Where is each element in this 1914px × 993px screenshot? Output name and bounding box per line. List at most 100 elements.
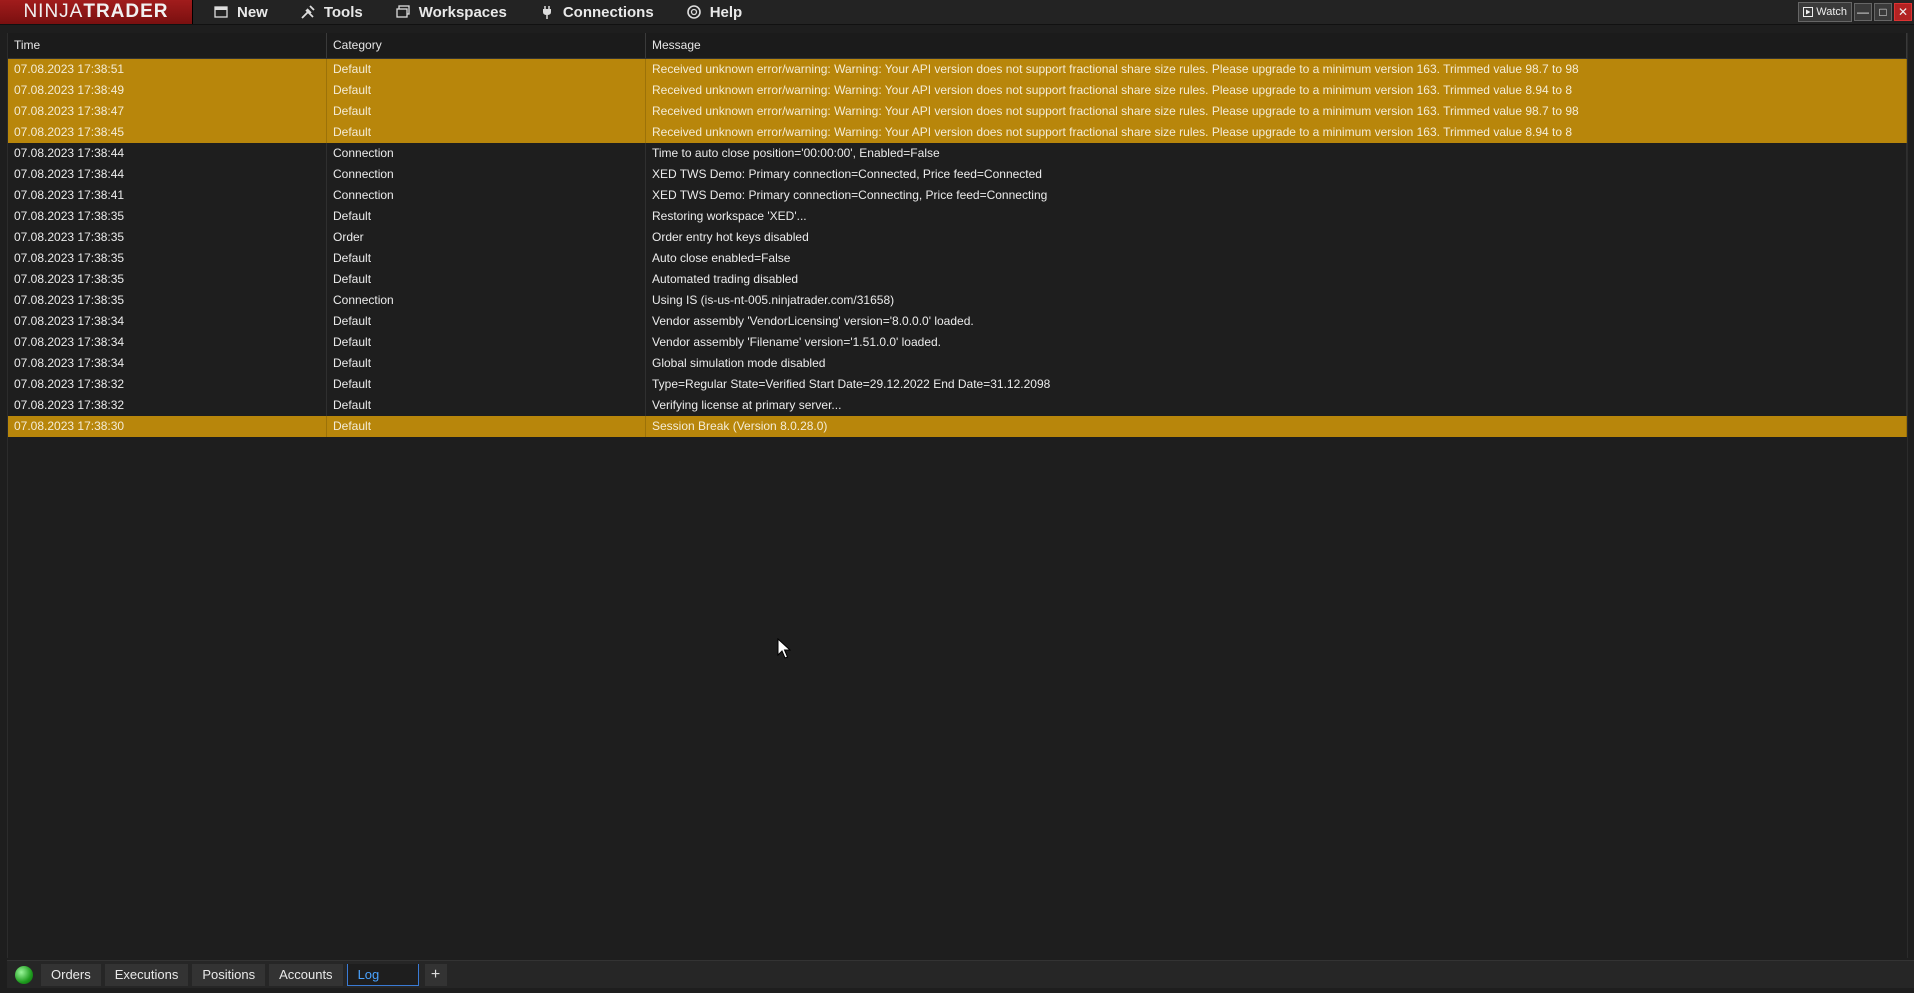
log-cell-category: Connection xyxy=(327,290,646,311)
log-row[interactable]: 07.08.2023 17:38:30 Default Session Break … xyxy=(8,416,1907,437)
menu-tools[interactable]: Tools xyxy=(280,0,375,24)
log-cell-time: 07.08.2023 17:38:30 xyxy=(8,416,327,437)
watch-label: Watch xyxy=(1816,6,1847,18)
log-cell-message: Vendor assembly 'VendorLicensing' versio… xyxy=(646,311,1907,332)
log-row[interactable]: 07.08.2023 17:38:35 Connection Using IS (i… xyxy=(8,290,1907,311)
log-cell-time: 07.08.2023 17:38:47 xyxy=(8,101,327,122)
log-row[interactable]: 07.08.2023 17:38:34 Default Vendor assembl… xyxy=(8,311,1907,332)
minimize-icon: — xyxy=(1857,5,1869,19)
new-window-icon xyxy=(214,6,228,18)
log-cell-time: 07.08.2023 17:38:35 xyxy=(8,290,327,311)
log-row[interactable]: 07.08.2023 17:38:41 Connection XED TWS Dem… xyxy=(8,185,1907,206)
plus-icon: + xyxy=(430,965,441,983)
log-cell-time: 07.08.2023 17:38:35 xyxy=(8,227,327,248)
log-row[interactable]: 07.08.2023 17:38:51 Default Received unkno… xyxy=(8,59,1907,80)
menu-workspaces[interactable]: Workspaces xyxy=(375,0,519,24)
log-cell-category: Default xyxy=(327,80,646,101)
maximize-icon: □ xyxy=(1879,5,1887,19)
log-cell-time: 07.08.2023 17:38:51 xyxy=(8,59,327,80)
log-cell-message: XED TWS Demo: Primary connection=Connect… xyxy=(646,185,1907,206)
tab-orders[interactable]: Orders xyxy=(41,963,101,986)
connections-plug-icon xyxy=(542,6,551,19)
maximize-button[interactable]: □ xyxy=(1874,3,1892,21)
column-header-category[interactable]: Category xyxy=(327,33,646,58)
minimize-button[interactable]: — xyxy=(1854,3,1872,21)
log-grid-header: Time Category Message xyxy=(8,33,1907,59)
watch-button[interactable]: Watch xyxy=(1798,2,1852,22)
log-cell-category: Default xyxy=(327,395,646,416)
log-cell-message: Restoring workspace 'XED'... xyxy=(646,206,1907,227)
column-header-message[interactable]: Message xyxy=(646,33,1907,58)
tools-icon xyxy=(301,5,315,19)
log-row[interactable]: 07.08.2023 17:38:44 Connection Time to aut… xyxy=(8,143,1907,164)
log-row[interactable]: 07.08.2023 17:38:32 Default Type=Regular S… xyxy=(8,374,1907,395)
log-cell-time: 07.08.2023 17:38:44 xyxy=(8,143,327,164)
log-row[interactable]: 07.08.2023 17:38:35 Default Automated trad… xyxy=(8,269,1907,290)
log-cell-category: Connection xyxy=(327,143,646,164)
close-button[interactable]: ✕ xyxy=(1894,3,1912,21)
log-cell-category: Default xyxy=(327,248,646,269)
log-cell-time: 07.08.2023 17:38:32 xyxy=(8,395,327,416)
log-cell-message: Global simulation mode disabled xyxy=(646,353,1907,374)
log-row[interactable]: 07.08.2023 17:38:35 Default Restoring work… xyxy=(8,206,1907,227)
menu-workspaces-label: Workspaces xyxy=(418,3,507,21)
log-cell-time: 07.08.2023 17:38:44 xyxy=(8,164,327,185)
log-cell-category: Connection xyxy=(327,164,646,185)
menu-tools-label: Tools xyxy=(323,3,363,21)
menu-help[interactable]: Help xyxy=(666,0,755,24)
log-cell-time: 07.08.2023 17:38:49 xyxy=(8,80,327,101)
log-row[interactable]: 07.08.2023 17:38:34 Default Vendor assembl… xyxy=(8,332,1907,353)
log-cell-category: Order xyxy=(327,227,646,248)
log-row[interactable]: 07.08.2023 17:38:34 Default Global simulat… xyxy=(8,353,1907,374)
log-cell-time: 07.08.2023 17:38:34 xyxy=(8,311,327,332)
tab-positions[interactable]: Positions xyxy=(192,963,266,986)
log-cell-message: Using IS (is-us-nt-005.ninjatrader.com/3… xyxy=(646,290,1907,311)
log-cell-category: Default xyxy=(327,416,646,437)
tab-accounts[interactable]: Accounts xyxy=(269,963,343,986)
log-row[interactable]: 07.08.2023 17:38:32 Default Verifying lice… xyxy=(8,395,1907,416)
log-cell-category: Default xyxy=(327,374,646,395)
log-row[interactable]: 07.08.2023 17:38:45 Default Received unkno… xyxy=(8,122,1907,143)
log-cell-message: Received unknown error/warning: Warning:… xyxy=(646,80,1907,101)
mouse-cursor-icon xyxy=(777,638,791,659)
menu-bar: NINJA TRADER New Tools Workspaces Connect… xyxy=(0,0,1914,25)
log-row[interactable]: 07.08.2023 17:38:49 Default Received unkno… xyxy=(8,80,1907,101)
watch-play-icon xyxy=(1803,7,1814,17)
log-cell-category: Default xyxy=(327,353,646,374)
log-cell-message: Received unknown error/warning: Warning:… xyxy=(646,59,1907,80)
log-cell-category: Default xyxy=(327,311,646,332)
menu-new-label: New xyxy=(237,3,268,21)
menu-new[interactable]: New xyxy=(193,0,280,24)
logo-text-trader: TRADER xyxy=(83,1,169,22)
window-controls: Watch — □ ✕ xyxy=(1798,2,1912,22)
column-header-time[interactable]: Time xyxy=(8,33,327,58)
log-row[interactable]: 07.08.2023 17:38:47 Default Received unkno… xyxy=(8,101,1907,122)
ninjatrader-logo: NINJA TRADER xyxy=(0,0,193,24)
log-cell-category: Default xyxy=(327,206,646,227)
help-lifebuoy-icon xyxy=(686,5,701,19)
log-cell-category: Default xyxy=(327,101,646,122)
log-row[interactable]: 07.08.2023 17:38:44 Connection XED TWS Dem… xyxy=(8,164,1907,185)
log-cell-message: Session Break (Version 8.0.28.0) xyxy=(646,416,1907,437)
log-cell-message: Vendor assembly 'Filename' version='1.51… xyxy=(646,332,1907,353)
log-cell-message: Automated trading disabled xyxy=(646,269,1907,290)
workspaces-icon xyxy=(396,5,410,18)
tab-log[interactable]: Log xyxy=(346,963,419,986)
control-center-window: NINJA TRADER New Tools Workspaces Connect… xyxy=(0,0,1914,993)
log-cell-time: 07.08.2023 17:38:35 xyxy=(8,269,327,290)
log-cell-message: Time to auto close position='00:00:00', … xyxy=(646,143,1907,164)
log-cell-category: Default xyxy=(327,332,646,353)
log-cell-time: 07.08.2023 17:38:34 xyxy=(8,332,327,353)
add-tab-button[interactable]: + xyxy=(424,963,447,986)
log-cell-message: Received unknown error/warning: Warning:… xyxy=(646,101,1907,122)
log-cell-category: Default xyxy=(327,59,646,80)
log-row[interactable]: 07.08.2023 17:38:35 Order Order entry hot … xyxy=(8,227,1907,248)
log-cell-message: XED TWS Demo: Primary connection=Connect… xyxy=(646,164,1907,185)
log-cell-message: Type=Regular State=Verified Start Date=2… xyxy=(646,374,1907,395)
log-row[interactable]: 07.08.2023 17:38:35 Default Auto close ena… xyxy=(8,248,1907,269)
menu-connections[interactable]: Connections xyxy=(519,0,666,24)
log-cell-time: 07.08.2023 17:38:41 xyxy=(8,185,327,206)
log-cell-time: 07.08.2023 17:38:34 xyxy=(8,353,327,374)
tab-executions[interactable]: Executions xyxy=(104,963,189,986)
log-cell-category: Connection xyxy=(327,185,646,206)
